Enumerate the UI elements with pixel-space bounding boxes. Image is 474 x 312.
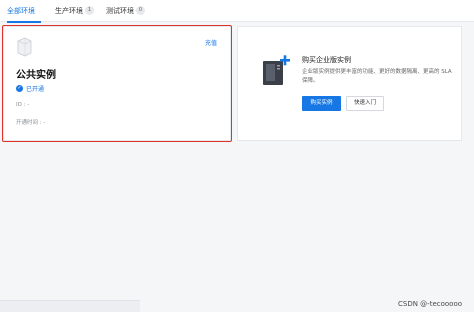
buy-enterprise-title: 购买企业版实例 [302,56,351,64]
server-add-icon [263,55,290,85]
status-badge: ✓ 已开通 [16,84,44,93]
status-label: 已开通 [26,86,45,93]
tab-production-environment[interactable]: 生产环境 1 [55,0,95,22]
check-circle-icon: ✓ [16,85,23,92]
tab-count-badge: 1 [85,5,94,15]
quick-start-button[interactable]: 快速入门 [346,96,384,111]
tab-label: 测试环境 [106,7,134,15]
public-instance-title: 公共实例 [16,70,56,81]
tab-label: 全部环境 [7,7,35,15]
renew-link[interactable]: 充值 [205,38,217,47]
tab-test-environment[interactable]: 测试环境 0 [106,0,150,22]
opened-time: 开通时间 : - [16,120,46,126]
environment-tabs: 全部环境 生产环境 1 测试环境 0 [0,0,474,23]
instance-id: ID : - [16,102,30,108]
tab-label: 生产环境 [55,7,83,15]
watermark: CSDN @-tecooooo [398,300,463,308]
bottom-scrollbar[interactable] [0,300,140,312]
buy-instance-button[interactable]: 购买实例 [302,96,341,111]
buy-enterprise-description: 企业版实例提供更丰富的功能、更好的数据隔离、更高的 SLA 保障。 [302,69,452,84]
tab-all-environments[interactable]: 全部环境 [7,0,41,23]
database-icon [17,37,32,57]
tab-count-badge: 0 [136,5,145,15]
